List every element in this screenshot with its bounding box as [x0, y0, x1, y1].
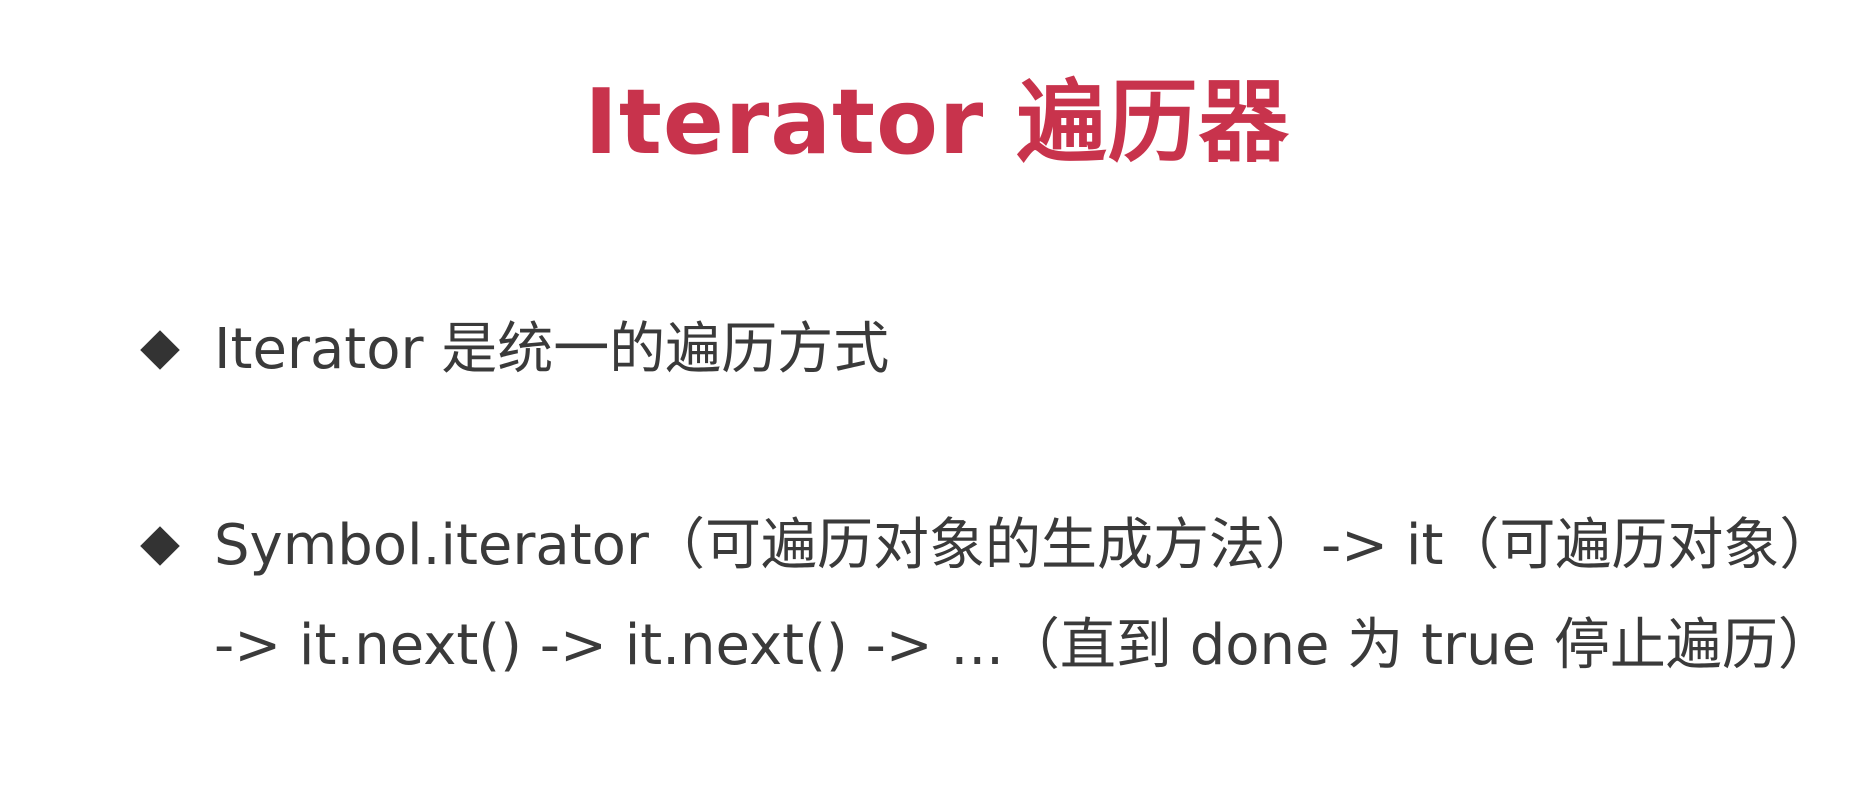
bullet-list: Iterator 是统一的遍历方式 Symbol.iterator（可遍历对象的… — [140, 300, 1860, 696]
bullet-text: Iterator 是统一的遍历方式 — [214, 317, 890, 382]
diamond-bullet-icon — [140, 330, 180, 370]
bullet-text: Symbol.iterator（可遍历对象的生成方法）-> it（可遍历对象） — [214, 513, 1836, 578]
slide-title: Iterator 遍历器 — [584, 70, 1290, 175]
diamond-bullet-icon — [140, 526, 180, 566]
bullet-item: Iterator 是统一的遍历方式 — [140, 300, 1860, 400]
bullet-text-continuation: -> it.next() -> it.next() -> ...（直到 done… — [214, 613, 1834, 678]
slide: Iterator 遍历器 Iterator 是统一的遍历方式 Symbol.it… — [0, 0, 1874, 801]
bullet-item: Symbol.iterator（可遍历对象的生成方法）-> it（可遍历对象） … — [140, 496, 1860, 696]
